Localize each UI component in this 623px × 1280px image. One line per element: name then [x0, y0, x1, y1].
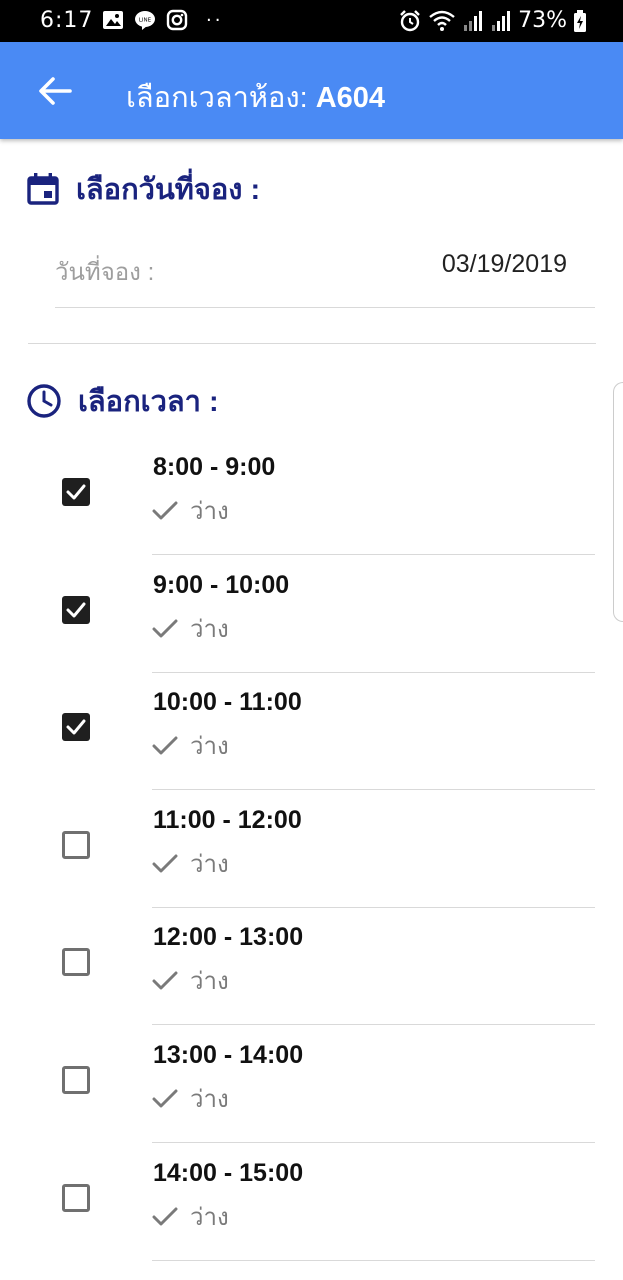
slot-status: ว่าง	[152, 1079, 229, 1118]
system-icons: 73%	[398, 8, 587, 33]
room-name: A604	[315, 82, 386, 114]
slot-status-label: ว่าง	[190, 733, 229, 760]
slot-time: 10:00 - 11:00	[153, 688, 302, 716]
booking-date-value[interactable]: 03/19/2019	[442, 250, 567, 279]
slot-status-label: ว่าง	[190, 1086, 229, 1113]
gallery-icon	[103, 11, 123, 29]
status-time: 6:17	[40, 8, 94, 33]
status-bar: 6:17 LINE ·· 73%	[0, 0, 623, 42]
time-slot-row[interactable]: 8:00 - 9:00 ว่าง	[0, 437, 623, 555]
slot-time: 11:00 - 12:00	[153, 806, 302, 834]
clock-icon	[27, 384, 61, 418]
slot-checkbox[interactable]	[62, 713, 90, 741]
slot-status: ว่าง	[152, 609, 229, 648]
date-section-header: เลือกวันที่จอง :	[26, 166, 260, 212]
slot-status-label: ว่าง	[190, 1204, 229, 1231]
notification-icons: LINE ··	[102, 9, 223, 31]
slot-divider	[152, 1260, 595, 1261]
battery-icon	[574, 9, 586, 32]
checkmark-icon	[66, 602, 86, 618]
slot-checkbox[interactable]	[62, 478, 90, 506]
slot-status: ว่าง	[152, 844, 229, 883]
time-section-header: เลือกเวลา :	[26, 378, 219, 424]
booking-date-field[interactable]: วันที่จอง : 03/19/2019	[55, 242, 595, 308]
slot-checkbox[interactable]	[62, 831, 90, 859]
check-icon	[152, 501, 178, 519]
time-section-heading: เลือกเวลา :	[78, 386, 219, 418]
svg-text:LINE: LINE	[139, 18, 152, 24]
slot-status-label: ว่าง	[190, 616, 229, 643]
alarm-icon	[400, 9, 420, 31]
slot-checkbox[interactable]	[62, 948, 90, 976]
slot-status: ว่าง	[152, 961, 229, 1000]
check-icon	[152, 971, 178, 989]
slot-status: ว่าง	[152, 1197, 229, 1236]
check-icon	[152, 736, 178, 754]
signal-icon-2	[492, 10, 511, 31]
slot-time: 14:00 - 15:00	[153, 1159, 304, 1187]
slot-time: 8:00 - 9:00	[153, 453, 276, 481]
checkmark-icon	[66, 719, 86, 735]
app-bar: เลือกเวลาห้อง: A604	[0, 42, 623, 139]
check-icon	[152, 1089, 178, 1107]
slot-status-label: ว่าง	[190, 851, 229, 878]
time-slot-row[interactable]: 10:00 - 11:00 ว่าง	[0, 672, 623, 790]
instagram-icon	[166, 9, 188, 31]
slot-checkbox[interactable]	[62, 1066, 90, 1094]
page-title: เลือกเวลาห้อง: A604	[126, 74, 385, 120]
line-app-icon: LINE	[135, 11, 155, 30]
checkmark-icon	[66, 484, 86, 500]
slot-time: 9:00 - 10:00	[153, 571, 290, 599]
wifi-icon	[429, 10, 455, 31]
time-slot-row[interactable]: 14:00 - 15:00 ว่าง	[0, 1143, 623, 1261]
slot-checkbox[interactable]	[62, 596, 90, 624]
section-divider	[28, 343, 596, 344]
more-notifications-icon: ··	[206, 9, 224, 31]
check-icon	[152, 854, 178, 872]
time-slot-row[interactable]: 11:00 - 12:00 ว่าง	[0, 790, 623, 908]
booking-date-label: วันที่จอง :	[55, 259, 155, 286]
calendar-icon	[27, 173, 59, 205]
battery-percent: 73%	[518, 8, 567, 33]
slot-time: 12:00 - 13:00	[153, 923, 304, 951]
signal-icon-1	[464, 10, 483, 31]
time-slot-row[interactable]: 9:00 - 10:00 ว่าง	[0, 555, 623, 673]
slot-status: ว่าง	[152, 491, 229, 530]
check-icon	[152, 1207, 178, 1225]
time-slot-row[interactable]: 13:00 - 14:00 ว่าง	[0, 1025, 623, 1143]
arrow-left-icon[interactable]	[36, 74, 74, 108]
check-icon	[152, 619, 178, 637]
slot-checkbox[interactable]	[62, 1184, 90, 1212]
slot-time: 13:00 - 14:00	[153, 1041, 304, 1069]
slot-status: ว่าง	[152, 726, 229, 765]
time-slot-row[interactable]: 12:00 - 13:00 ว่าง	[0, 907, 623, 1025]
date-section-heading: เลือกวันที่จอง :	[76, 174, 261, 206]
slot-status-label: ว่าง	[190, 968, 229, 995]
slot-status-label: ว่าง	[190, 498, 229, 525]
title-prefix: เลือกเวลาห้อง:	[126, 82, 308, 114]
